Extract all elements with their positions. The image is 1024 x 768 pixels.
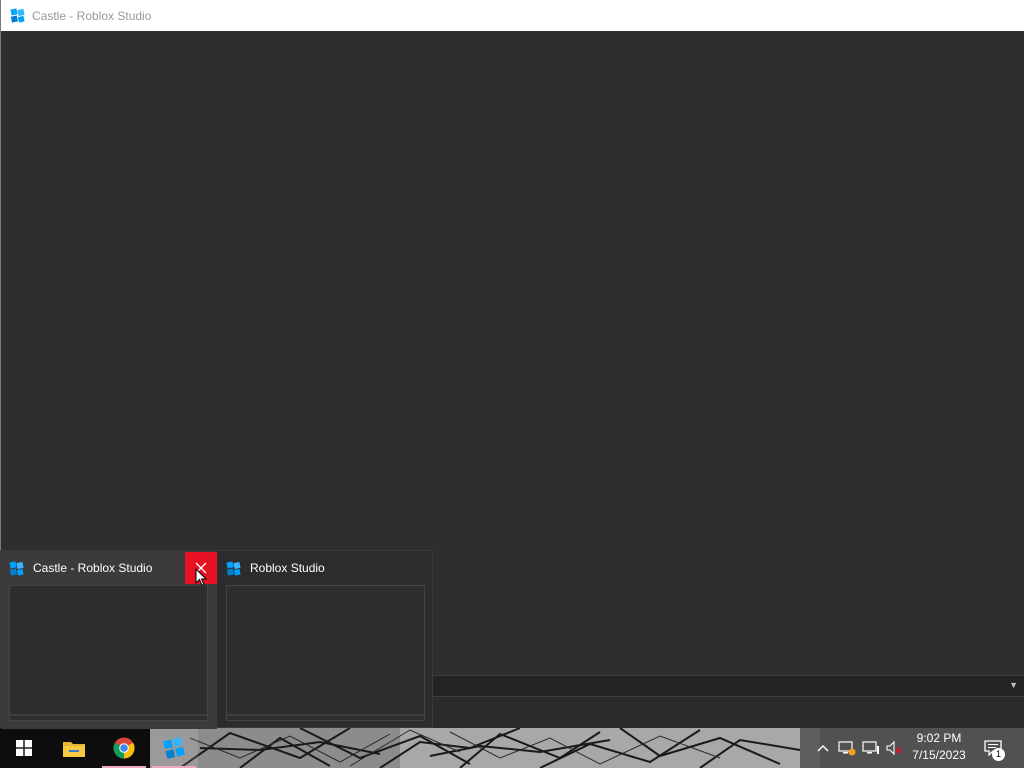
tray-network-button[interactable] xyxy=(860,728,882,768)
thumbnail-header: Roblox Studio xyxy=(218,551,434,585)
dropdown-arrow-icon[interactable]: ▼ xyxy=(1009,680,1018,690)
volume-muted-icon xyxy=(886,740,902,756)
roblox-studio-taskbar-button[interactable] xyxy=(150,728,198,768)
chevron-up-icon xyxy=(817,745,829,752)
show-hidden-icons-button[interactable] xyxy=(812,728,834,768)
thumbnail-title: Roblox Studio xyxy=(250,561,325,575)
thumbnail-title: Castle - Roblox Studio xyxy=(33,561,153,575)
taskbar: 9:02 PM 7/15/2023 1 xyxy=(0,728,1024,768)
thumbnail-image xyxy=(9,585,208,721)
start-button[interactable] xyxy=(0,728,48,768)
taskbar-preview-popup: Castle - Roblox Studio Roblox Studio xyxy=(0,550,434,729)
windows-logo-icon xyxy=(16,740,32,756)
tray-volume-button[interactable] xyxy=(883,728,905,768)
action-center-button[interactable]: 1 xyxy=(978,728,1008,768)
thumbnail-castle[interactable]: Castle - Roblox Studio xyxy=(1,551,217,729)
notification-count-badge: 1 xyxy=(992,748,1005,761)
thumbnail-mini-bar xyxy=(10,714,207,716)
folder-icon xyxy=(63,742,85,757)
roblox-studio-icon xyxy=(163,737,185,759)
thumbnail-roblox-studio[interactable]: Roblox Studio xyxy=(218,551,434,729)
roblox-studio-icon xyxy=(10,8,25,23)
thumbnail-mini-bar xyxy=(227,714,424,716)
clock-time: 9:02 PM xyxy=(916,731,962,745)
chrome-icon xyxy=(113,737,135,759)
window-title: Castle - Roblox Studio xyxy=(32,8,152,23)
mouse-cursor-icon xyxy=(195,568,207,587)
network-icon xyxy=(862,741,879,754)
clock-date: 7/15/2023 xyxy=(912,748,966,762)
file-explorer-button[interactable] xyxy=(50,728,98,768)
taskbar-clock[interactable]: 9:02 PM 7/15/2023 xyxy=(906,730,972,766)
chrome-button[interactable] xyxy=(100,728,148,768)
title-bar[interactable]: Castle - Roblox Studio xyxy=(1,0,1024,31)
roblox-studio-icon xyxy=(9,560,24,576)
tray-security-button[interactable] xyxy=(836,728,858,768)
roblox-studio-icon xyxy=(226,560,241,576)
thumbnail-image xyxy=(226,585,425,721)
monitor-warning-icon xyxy=(838,741,856,756)
